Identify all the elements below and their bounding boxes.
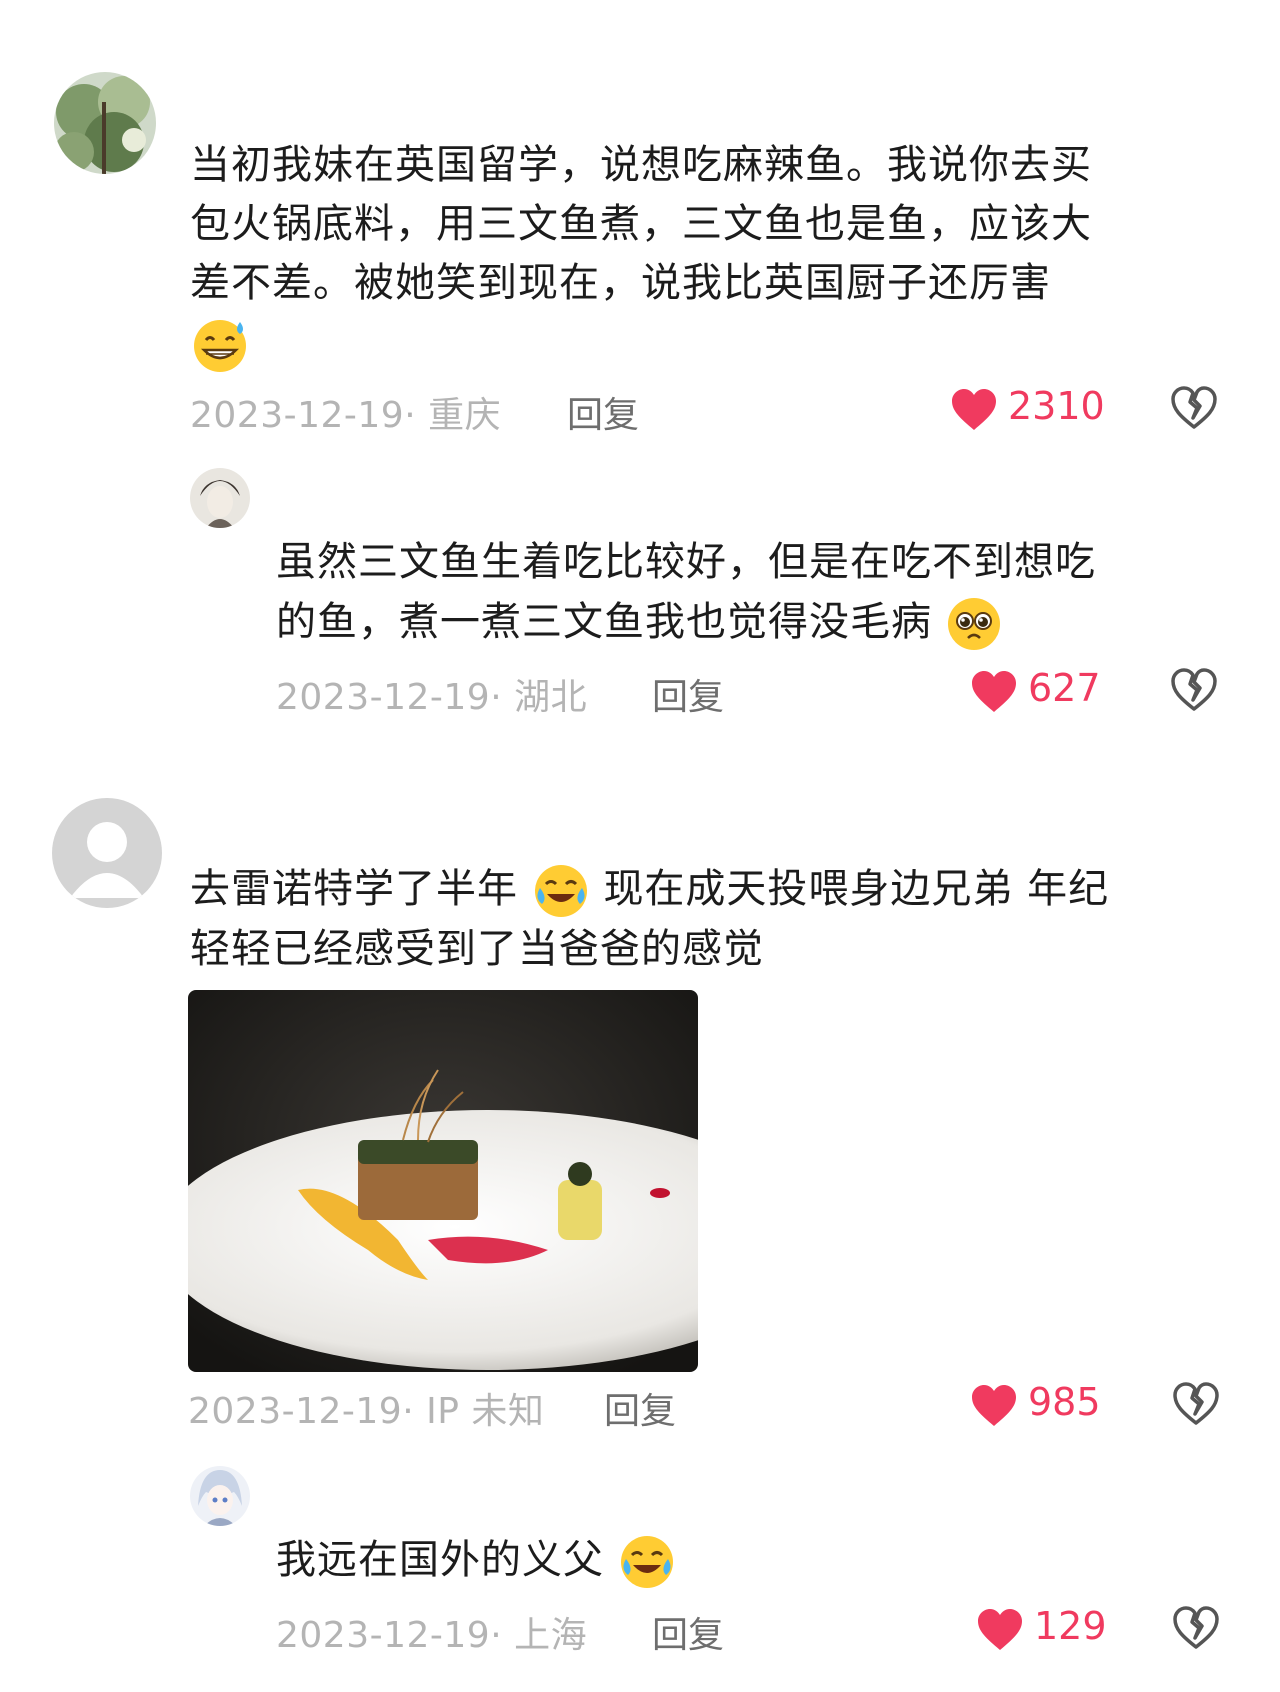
- avatar-default[interactable]: [52, 798, 162, 908]
- comment-2-like-count: 985: [1028, 1380, 1101, 1424]
- broken-heart-icon: [1171, 386, 1217, 429]
- reply-1-meta: 2023-12-19· 湖北: [276, 677, 588, 718]
- reply-1-like-count: 627: [1028, 666, 1101, 710]
- reply-2-dislike-button[interactable]: [1172, 1606, 1222, 1656]
- heart-icon: [978, 1609, 1022, 1650]
- comment-2-body: 去雷诺特学了半年 现在成天投喂身边兄弟 年纪 轻轻已经感受到了当爸爸的感觉: [190, 860, 1260, 979]
- comment-2-reply-button[interactable]: 回复: [604, 1382, 676, 1434]
- heart-icon: [972, 1385, 1016, 1426]
- comment-1-like-button[interactable]: 2310: [950, 384, 1110, 436]
- comment-1-body: 当初我妹在英国留学，说想吃麻辣鱼。我说你去买 包火锅底料，用三文鱼煮，三文鱼也是…: [190, 136, 1250, 313]
- broken-heart-icon: [1173, 1606, 1219, 1649]
- comment-1-line-1: 当初我妹在英国留学，说想吃麻辣鱼。我说你去买: [190, 142, 1092, 188]
- reply-2-meta: 2023-12-19· 上海: [276, 1615, 588, 1656]
- reply-1-line-2-text: 的鱼，煮一煮三文鱼我也觉得没毛病: [276, 599, 932, 645]
- comment-2-meta: 2023-12-19· IP 未知: [188, 1391, 545, 1432]
- reply-1-reply-button[interactable]: 回复: [652, 668, 724, 720]
- avatar-anime[interactable]: [190, 1466, 250, 1526]
- comment-1-meta: 2023-12-19· 重庆: [190, 395, 502, 436]
- reply-2-text: 我远在国外的义父: [276, 1537, 604, 1583]
- comment-2-line-2: 轻轻已经感受到了当爸爸的感觉: [190, 926, 764, 972]
- heart-icon: [972, 671, 1016, 712]
- comment-2-line-1-a: 去雷诺特学了半年: [190, 866, 518, 912]
- broken-heart-icon: [1173, 1382, 1219, 1425]
- comment-2-line-1-b: 现在成天投喂身边兄弟 年纪: [603, 866, 1110, 912]
- avatar-sketch[interactable]: [190, 468, 250, 528]
- comment-2-like-button[interactable]: 985: [970, 1380, 1110, 1432]
- broken-heart-icon: [1171, 668, 1217, 711]
- comment-2-dislike-button[interactable]: [1172, 1382, 1222, 1432]
- reply-1-body: 虽然三文鱼生着吃比较好，但是在吃不到想吃 的鱼，煮一煮三文鱼我也觉得没毛病: [276, 532, 1236, 652]
- comment-1-reply-button[interactable]: 回复: [567, 386, 639, 438]
- reply-2-body: 我远在国外的义父: [276, 1530, 1236, 1591]
- grinning-sweat-emoji: [192, 316, 250, 374]
- heart-icon: [952, 389, 996, 430]
- pleading-emoji: [947, 598, 1000, 650]
- reply-1-line-2: 的鱼，煮一煮三文鱼我也觉得没毛病: [276, 592, 1236, 652]
- comment-1-line-3: 差不差。被她笑到现在，说我比英国厨子还厉害: [190, 260, 1051, 306]
- reply-2-like-button[interactable]: 129: [976, 1604, 1107, 1656]
- comment-1-line-2: 包火锅底料，用三文鱼煮，三文鱼也是鱼，应该大: [190, 201, 1092, 247]
- reply-2-reply-button[interactable]: 回复: [652, 1606, 724, 1658]
- reply-1-like-button[interactable]: 627: [970, 666, 1110, 718]
- comment-2-line-1: 去雷诺特学了半年 现在成天投喂身边兄弟 年纪: [190, 860, 1260, 920]
- reply-1-dislike-button[interactable]: [1170, 668, 1220, 718]
- comment-1-like-count: 2310: [1008, 384, 1105, 428]
- avatar-plant[interactable]: [54, 72, 156, 174]
- crying-laughing-emoji: [620, 1536, 673, 1588]
- reply-2-like-count: 129: [1034, 1604, 1107, 1648]
- comment-1-dislike-button[interactable]: [1170, 386, 1220, 436]
- plated-dish-photo[interactable]: [188, 990, 698, 1372]
- crying-laughing-emoji: [534, 865, 587, 917]
- reply-1-line-1: 虽然三文鱼生着吃比较好，但是在吃不到想吃: [276, 539, 1096, 585]
